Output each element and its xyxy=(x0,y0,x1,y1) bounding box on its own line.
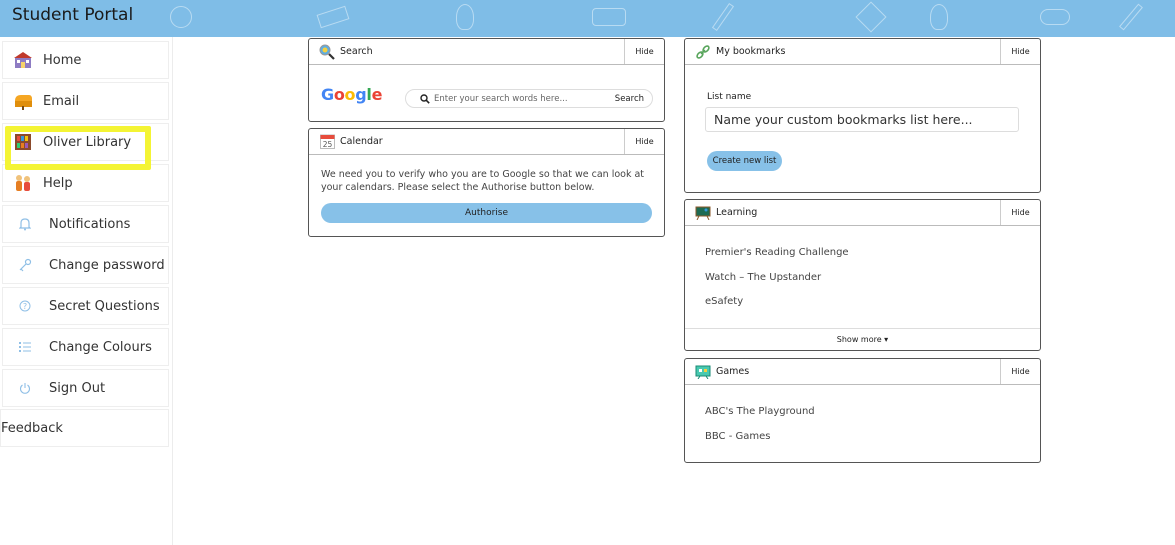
sidebar-item-home[interactable]: Home xyxy=(2,41,169,79)
hide-button[interactable]: Hide xyxy=(624,39,664,64)
sidebar-item-label: Email xyxy=(43,93,80,109)
school-icon xyxy=(13,50,33,70)
card-title: My bookmarks xyxy=(716,46,786,57)
doodle-decoration xyxy=(1119,3,1143,31)
calendar-message: We need you to verify who you are to Goo… xyxy=(321,169,645,193)
list-name-label: List name xyxy=(707,92,752,102)
doodle-decoration xyxy=(711,2,735,32)
card-header: 25 Calendar Hide xyxy=(309,129,664,155)
sidebar-item-label: Home xyxy=(43,52,82,68)
search-input[interactable]: Enter your search words here... Search xyxy=(405,89,653,108)
list-item[interactable]: BBC - Games xyxy=(705,431,770,442)
board-icon xyxy=(695,205,711,221)
sidebar-item-change-password[interactable]: Change password xyxy=(2,246,169,284)
card-header: Games Hide xyxy=(685,359,1040,385)
authorise-button[interactable]: Authorise xyxy=(321,203,652,223)
sidebar-item-label: Help xyxy=(43,175,73,191)
calendar-icon: 25 xyxy=(319,134,335,150)
list-name-input[interactable]: Name your custom bookmarks list here... xyxy=(705,107,1019,132)
search-card: Search Hide Google Enter your search wor… xyxy=(308,38,665,122)
doodle-decoration xyxy=(316,5,350,29)
doodle-decoration xyxy=(930,4,948,30)
card-title: Calendar xyxy=(340,136,383,147)
mailbox-icon xyxy=(13,91,33,111)
hide-button[interactable]: Hide xyxy=(624,129,664,154)
magnifier-icon xyxy=(420,93,430,104)
sidebar-item-label: Change Colours xyxy=(49,339,152,355)
card-header: My bookmarks Hide xyxy=(685,39,1040,65)
sidebar-item-label: Secret Questions xyxy=(49,298,160,314)
header-bar: Student Portal xyxy=(0,0,1175,37)
hide-button[interactable]: Hide xyxy=(1000,200,1040,225)
sidebar: Home Email Oliver Library Help Notificat… xyxy=(0,37,173,545)
sidebar-item-secret-questions[interactable]: ? Secret Questions xyxy=(2,287,169,325)
page-title: Student Portal xyxy=(12,5,134,25)
list-name-placeholder: Name your custom bookmarks list here... xyxy=(714,112,973,127)
bell-icon xyxy=(15,214,35,234)
card-title: Games xyxy=(716,366,750,377)
hide-button[interactable]: Hide xyxy=(1000,39,1040,64)
sidebar-item-notifications[interactable]: Notifications xyxy=(2,205,169,243)
list-icon xyxy=(15,337,35,357)
list-item[interactable]: ABC's The Playground xyxy=(705,406,815,417)
search-icon xyxy=(319,44,335,60)
svg-text:?: ? xyxy=(23,302,27,311)
games-card: Games Hide ABC's The Playground BBC - Ga… xyxy=(684,358,1041,463)
sidebar-item-label: Sign Out xyxy=(49,380,106,396)
create-new-list-button[interactable]: Create new list xyxy=(707,151,782,171)
learning-card: Learning Hide Premier's Reading Challeng… xyxy=(684,199,1041,351)
list-item[interactable]: Premier's Reading Challenge xyxy=(705,247,849,258)
link-icon xyxy=(695,44,711,60)
search-button[interactable]: Search xyxy=(615,91,644,106)
highlight-annotation xyxy=(5,126,151,170)
key-icon xyxy=(15,255,35,275)
sidebar-item-email[interactable]: Email xyxy=(2,82,169,120)
game-board-icon xyxy=(695,364,711,380)
doodle-decoration xyxy=(855,1,887,33)
sidebar-item-label: Feedback xyxy=(1,420,63,436)
sidebar-item-label: Change password xyxy=(49,257,165,273)
list-item[interactable]: eSafety xyxy=(705,296,743,307)
list-item[interactable]: Watch – The Upstander xyxy=(705,272,821,283)
sidebar-item-feedback[interactable]: Feedback xyxy=(0,409,169,447)
question-icon: ? xyxy=(15,296,35,316)
doodle-decoration xyxy=(1040,9,1070,25)
help-icon xyxy=(13,173,33,193)
svg-text:25: 25 xyxy=(322,140,332,149)
sidebar-item-change-colours[interactable]: Change Colours xyxy=(2,328,169,366)
show-more-button[interactable]: Show more ▾ xyxy=(685,328,1040,350)
card-header: Learning Hide xyxy=(685,200,1040,226)
hide-button[interactable]: Hide xyxy=(1000,359,1040,384)
google-logo: Google xyxy=(321,85,383,104)
sidebar-item-label: Notifications xyxy=(49,216,131,232)
doodle-decoration xyxy=(170,6,192,28)
sidebar-item-sign-out[interactable]: Sign Out xyxy=(2,369,169,407)
power-icon xyxy=(15,378,35,398)
bookmarks-card: My bookmarks Hide List name Name your cu… xyxy=(684,38,1041,193)
card-title: Search xyxy=(340,46,373,57)
search-placeholder: Enter your search words here... xyxy=(434,93,568,104)
doodle-decoration xyxy=(456,4,474,30)
calendar-card: 25 Calendar Hide We need you to verify w… xyxy=(308,128,665,237)
card-title: Learning xyxy=(716,207,758,218)
card-header: Search Hide xyxy=(309,39,664,65)
doodle-decoration xyxy=(592,8,626,26)
